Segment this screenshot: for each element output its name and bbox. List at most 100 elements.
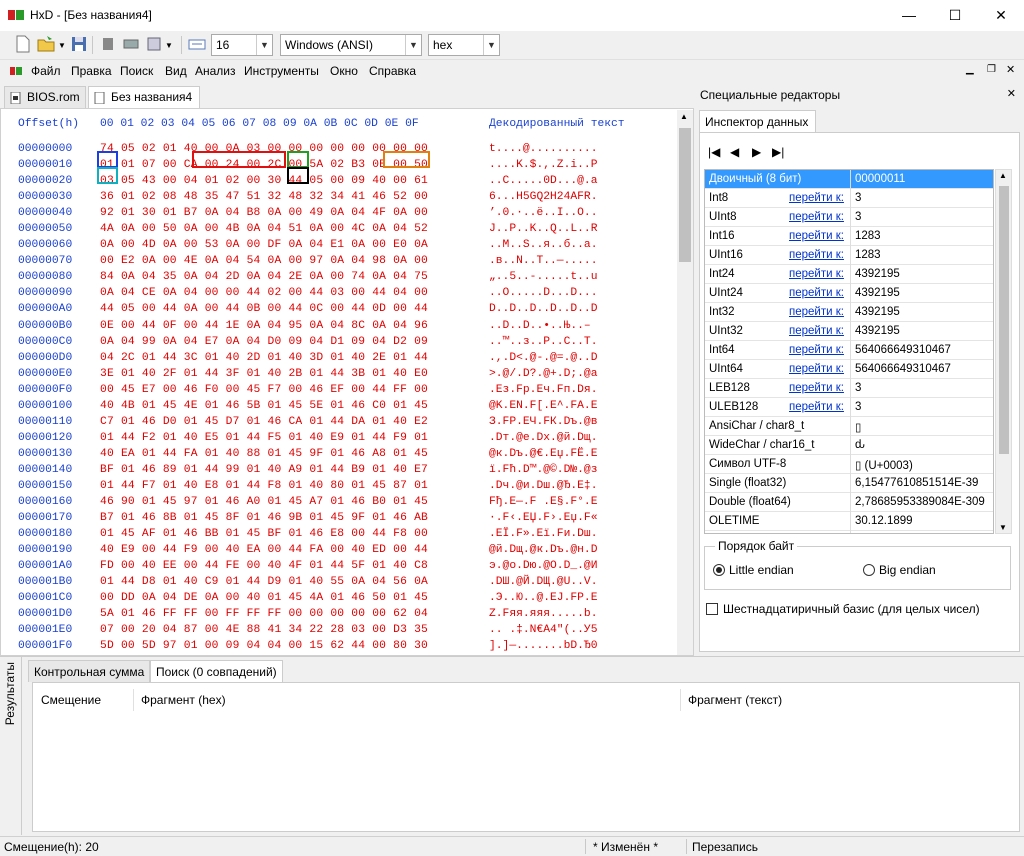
hex-editor[interactable]: Offset(h) 00 01 02 03 04 05 06 07 08 09 …: [0, 108, 694, 656]
goto-link[interactable]: перейти к:: [789, 401, 844, 413]
inspector-value[interactable]: 1283: [855, 249, 881, 261]
scroll-up-icon[interactable]: ▲: [680, 112, 688, 121]
inspector-value[interactable]: ▯ (U+0003): [855, 458, 913, 472]
open-file-icon[interactable]: [37, 35, 55, 53]
menu-search[interactable]: Поиск: [120, 64, 153, 78]
inspector-row[interactable]: UInt64 перейти к: 564066649310467: [705, 360, 993, 379]
inspector-row[interactable]: Int32 перейти к: 4392195: [705, 303, 993, 322]
bytes-per-row-select[interactable]: 16 ▼: [211, 34, 273, 56]
close-file-icon[interactable]: [99, 35, 117, 53]
ram-icon[interactable]: [122, 35, 140, 53]
col-fragment-hex[interactable]: Фрагмент (hex): [141, 693, 226, 707]
inspector-value[interactable]: 564066649310467: [855, 344, 951, 356]
disk-dropdown-icon[interactable]: ▼: [165, 41, 173, 50]
tab-untitled4[interactable]: Без названия4: [88, 86, 200, 108]
close-button[interactable]: ✕: [978, 0, 1024, 31]
inspector-value[interactable]: 564066649310467: [855, 363, 951, 375]
inspector-row[interactable]: Int64 перейти к: 564066649310467: [705, 341, 993, 360]
inspector-value[interactable]: 3: [855, 382, 861, 394]
goto-link[interactable]: перейти к:: [789, 192, 844, 204]
inspector-row[interactable]: Double (float64) 2,78685953389084E-309: [705, 493, 993, 512]
goto-link[interactable]: перейти к:: [789, 268, 844, 280]
inspector-row[interactable]: LEB128 перейти к: 3: [705, 379, 993, 398]
inspector-row[interactable]: UInt24 перейти к: 4392195: [705, 284, 993, 303]
inspector-scrollbar[interactable]: ▲ ▼: [995, 169, 1012, 534]
menu-help[interactable]: Справка: [369, 64, 416, 78]
goto-link[interactable]: перейти к:: [789, 287, 844, 299]
first-icon[interactable]: |◀: [708, 145, 720, 159]
inspector-row[interactable]: UInt8 перейти к: 3: [705, 208, 993, 227]
inspector-row[interactable]: Int16 перейти к: 1283: [705, 227, 993, 246]
inspector-row[interactable]: UInt32 перейти к: 4392195: [705, 322, 993, 341]
inspector-value[interactable]: 3: [855, 211, 861, 223]
inspector-value[interactable]: 30.12.1899: [855, 515, 913, 527]
inspector-row[interactable]: UInt16 перейти к: 1283: [705, 246, 993, 265]
goto-link[interactable]: перейти к:: [789, 211, 844, 223]
inspector-value[interactable]: ԃ: [855, 439, 865, 451]
scroll-up-icon[interactable]: ▲: [999, 171, 1007, 180]
menu-window[interactable]: Окно: [330, 64, 358, 78]
mdi-minimize-icon[interactable]: ▁: [966, 64, 974, 75]
inspector-value[interactable]: 1283: [855, 230, 881, 242]
maximize-button[interactable]: ☐: [932, 0, 978, 31]
tab-bios-rom[interactable]: BIOS.rom: [4, 86, 86, 108]
goto-link[interactable]: перейти к:: [789, 363, 844, 375]
inspector-row[interactable]: FILETIME15.10.1602 20:31:04: [705, 531, 993, 533]
inspector-row[interactable]: Single (float32) 6,15477610851514E-39: [705, 474, 993, 493]
tab-checksum[interactable]: Контрольная сумма: [28, 660, 151, 682]
goto-link[interactable]: перейти к:: [789, 306, 844, 318]
scroll-thumb[interactable]: [999, 186, 1009, 454]
menu-tools[interactable]: Инструменты: [244, 64, 319, 78]
tab-search-results[interactable]: Поиск (0 совпадений): [150, 660, 283, 682]
col-offset[interactable]: Смещение: [41, 693, 101, 707]
minimize-button[interactable]: —: [886, 0, 932, 31]
disk-icon[interactable]: [145, 35, 163, 53]
menu-edit[interactable]: Правка: [71, 64, 112, 78]
menu-analysis[interactable]: Анализ: [195, 64, 236, 78]
little-endian-radio[interactable]: Little endian: [713, 563, 794, 577]
inspector-row[interactable]: Int8 перейти к: 3: [705, 189, 993, 208]
inspector-row[interactable]: Двоичный (8 бит) 00000011: [705, 170, 993, 189]
inspector-value[interactable]: 6,15477610851514E-39: [855, 477, 978, 489]
inspector-value[interactable]: 2,78685953389084E-309: [855, 496, 985, 508]
inspector-row[interactable]: Int24 перейти к: 4392195: [705, 265, 993, 284]
inspector-row[interactable]: OLETIME 30.12.1899: [705, 512, 993, 531]
col-fragment-text[interactable]: Фрагмент (текст): [688, 693, 782, 707]
inspector-row[interactable]: AnsiChar / char8_t ▯: [705, 417, 993, 436]
inspector-value[interactable]: 3: [855, 401, 861, 413]
goto-link[interactable]: перейти к:: [789, 249, 844, 261]
last-icon[interactable]: ▶|: [772, 145, 784, 159]
decoded-text[interactable]: t....@.......... ....K.$.,.Z.i..P ..C...…: [489, 141, 597, 655]
big-endian-radio[interactable]: Big endian: [863, 563, 936, 577]
prev-icon[interactable]: ◀: [730, 145, 739, 159]
inspector-value[interactable]: 4392195: [855, 306, 900, 318]
scroll-thumb[interactable]: [679, 128, 691, 262]
hex-base-checkbox[interactable]: Шестнадцатиричный базис (для целых чисел…: [706, 602, 980, 616]
open-dropdown-icon[interactable]: ▼: [58, 41, 66, 50]
inspector-value[interactable]: 00000011: [855, 173, 905, 185]
inspector-value[interactable]: 4392195: [855, 268, 900, 280]
mdi-restore-icon[interactable]: ❐: [987, 64, 996, 75]
hex-scrollbar[interactable]: ▲: [677, 110, 693, 655]
goto-link[interactable]: перейти к:: [789, 325, 844, 337]
scroll-down-icon[interactable]: ▼: [999, 523, 1007, 532]
inspector-value[interactable]: 4392195: [855, 325, 900, 337]
menu-view[interactable]: Вид: [165, 64, 187, 78]
goto-link[interactable]: перейти к:: [789, 382, 844, 394]
new-file-icon[interactable]: [14, 35, 32, 53]
goto-link[interactable]: перейти к:: [789, 230, 844, 242]
next-icon[interactable]: ▶: [752, 145, 761, 159]
inspector-row[interactable]: WideChar / char16_t ԃ: [705, 436, 993, 455]
menu-file[interactable]: Файл: [31, 64, 61, 78]
charset-select[interactable]: Windows (ANSI) ▼: [280, 34, 422, 56]
results-side-tab[interactable]: Результаты: [0, 657, 22, 835]
inspector-row[interactable]: ULEB128 перейти к: 3: [705, 398, 993, 417]
goto-link[interactable]: перейти к:: [789, 344, 844, 356]
save-icon[interactable]: [70, 35, 88, 53]
inspector-row[interactable]: Символ UTF-8 ▯ (U+0003): [705, 455, 993, 474]
display-mode-select[interactable]: hex ▼: [428, 34, 500, 56]
inspector-value[interactable]: ▯: [855, 420, 861, 434]
mdi-close-icon[interactable]: ✕: [1006, 63, 1015, 76]
close-panel-icon[interactable]: ✕: [1007, 87, 1016, 100]
hex-bytes[interactable]: 74 05 02 01 40 00 0A 03 00 00 00 00 00 0…: [100, 141, 428, 655]
